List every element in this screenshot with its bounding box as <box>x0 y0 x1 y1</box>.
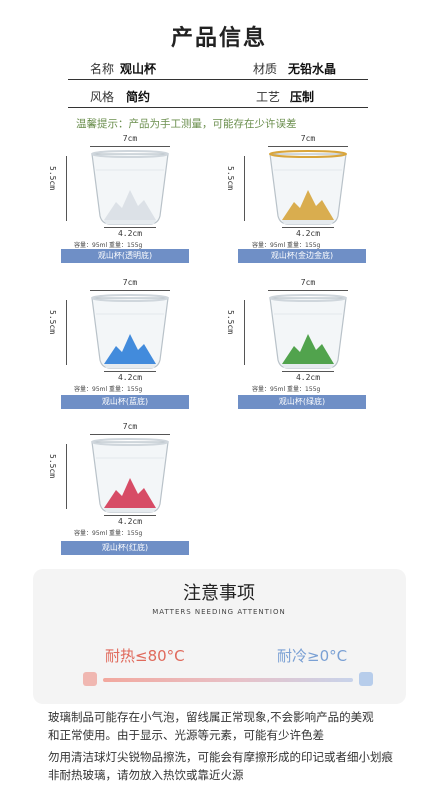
note-line: 和正常使用。由于显示、光源等元素，可能有少许色差 <box>48 728 324 742</box>
product-cup-blue: 7cm 5.5cm 4.2cm 容量：95ml 重量：155g <box>48 278 200 400</box>
product-cup-gold: 7cm 5.5cm 4.2cm 容量：95ml 重量：155g <box>226 134 378 256</box>
spec-value-material: 无铅水晶 <box>288 62 337 76</box>
cold-resistance: 耐冷≥0°C <box>277 647 348 665</box>
base-dimension-line <box>282 371 334 372</box>
product-name-bar: 观山杯(蓝底) <box>61 395 189 409</box>
cold-marker <box>359 672 373 686</box>
product-cup-clear: 7cm 5.5cm 4.2cm 容量：95ml 重量：155g <box>48 134 200 256</box>
note-line: 勿用清洁球灯尖锐物品擦洗，可能会有摩擦形成的印记或者细小划痕 <box>48 750 393 764</box>
attention-title: 注意事项 <box>183 583 255 604</box>
glass-cup-image <box>269 294 347 369</box>
capacity-weight: 容量：95ml 重量：155g <box>74 530 143 537</box>
height-dimension-line <box>66 156 67 221</box>
note-line: 玻璃制品可能存在小气泡，留线属正常现象,不会影响产品的美观 <box>48 710 374 724</box>
spec-label-craft: 工艺 <box>256 90 281 104</box>
width-dimension-line <box>90 146 170 147</box>
product-name-bar: 观山杯(金边金底) <box>238 249 366 263</box>
height-dimension: 5.5cm <box>226 166 235 191</box>
temperature-gradient-bar <box>103 678 353 682</box>
spec-label-material: 材质 <box>253 62 278 76</box>
capacity-weight: 容量：95ml 重量：155g <box>74 242 143 249</box>
width-dimension: 7cm <box>300 278 316 287</box>
base-dimension: 4.2cm <box>295 373 321 382</box>
spec-value-style: 简约 <box>126 90 151 104</box>
spec-divider <box>68 79 368 80</box>
base-dimension-line <box>282 227 334 228</box>
hot-marker <box>83 672 97 686</box>
product-name-bar: 观山杯(透明底) <box>61 249 189 263</box>
page-title: 产品信息 <box>170 26 267 51</box>
product-cup-green: 7cm 5.5cm 4.2cm 容量：95ml 重量：155g <box>226 278 378 400</box>
glass-cup-image <box>91 294 169 369</box>
base-dimension: 4.2cm <box>117 517 143 526</box>
product-cup-red: 7cm 5.5cm 4.2cm 容量：95ml 重量：155g <box>48 422 200 544</box>
width-dimension: 7cm <box>122 134 138 143</box>
spec-row-1: 名称 观山杯 材质 无铅水晶 <box>68 56 368 80</box>
spec-divider <box>68 107 368 108</box>
spec-label-name: 名称 <box>90 62 115 76</box>
width-dimension-line <box>90 434 170 435</box>
height-dimension: 5.5cm <box>48 310 57 335</box>
attention-subtitle: MATTERS NEEDING ATTENTION <box>152 608 286 616</box>
width-dimension: 7cm <box>122 422 138 431</box>
width-dimension: 7cm <box>122 278 138 287</box>
spec-value-craft: 压制 <box>290 90 315 104</box>
width-dimension-line <box>90 290 170 291</box>
spec-value-name: 观山杯 <box>120 62 157 76</box>
base-dimension: 4.2cm <box>117 373 143 382</box>
base-dimension-line <box>104 515 156 516</box>
width-dimension: 7cm <box>300 134 316 143</box>
spec-row-2: 风格 简约 工艺 压制 <box>68 84 368 108</box>
note-line: 非耐热玻璃，请勿放入热饮或靠近火源 <box>48 768 244 782</box>
base-dimension-line <box>104 227 156 228</box>
capacity-weight: 容量：95ml 重量：155g <box>252 242 321 249</box>
glass-cup-image <box>91 438 169 513</box>
base-dimension: 4.2cm <box>295 229 321 238</box>
measurement-tip: 温馨提示：产品为手工测量，可能存在少许误差 <box>76 118 297 130</box>
height-dimension-line <box>66 300 67 365</box>
heat-resistance: 耐热≤80°C <box>105 647 185 665</box>
product-name-bar: 观山杯(红底) <box>61 541 189 555</box>
height-dimension-line <box>244 156 245 221</box>
height-dimension: 5.5cm <box>48 454 57 479</box>
height-dimension-line <box>66 444 67 509</box>
base-dimension: 4.2cm <box>117 229 143 238</box>
product-name-bar: 观山杯(绿底) <box>238 395 366 409</box>
height-dimension: 5.5cm <box>48 166 57 191</box>
base-dimension-line <box>104 371 156 372</box>
capacity-weight: 容量：95ml 重量：155g <box>74 386 143 393</box>
glass-cup-image <box>91 150 169 225</box>
height-dimension: 5.5cm <box>226 310 235 335</box>
glass-cup-image <box>269 150 347 225</box>
width-dimension-line <box>268 290 348 291</box>
capacity-weight: 容量：95ml 重量：155g <box>252 386 321 393</box>
height-dimension-line <box>244 300 245 365</box>
width-dimension-line <box>268 146 348 147</box>
spec-label-style: 风格 <box>90 90 115 104</box>
